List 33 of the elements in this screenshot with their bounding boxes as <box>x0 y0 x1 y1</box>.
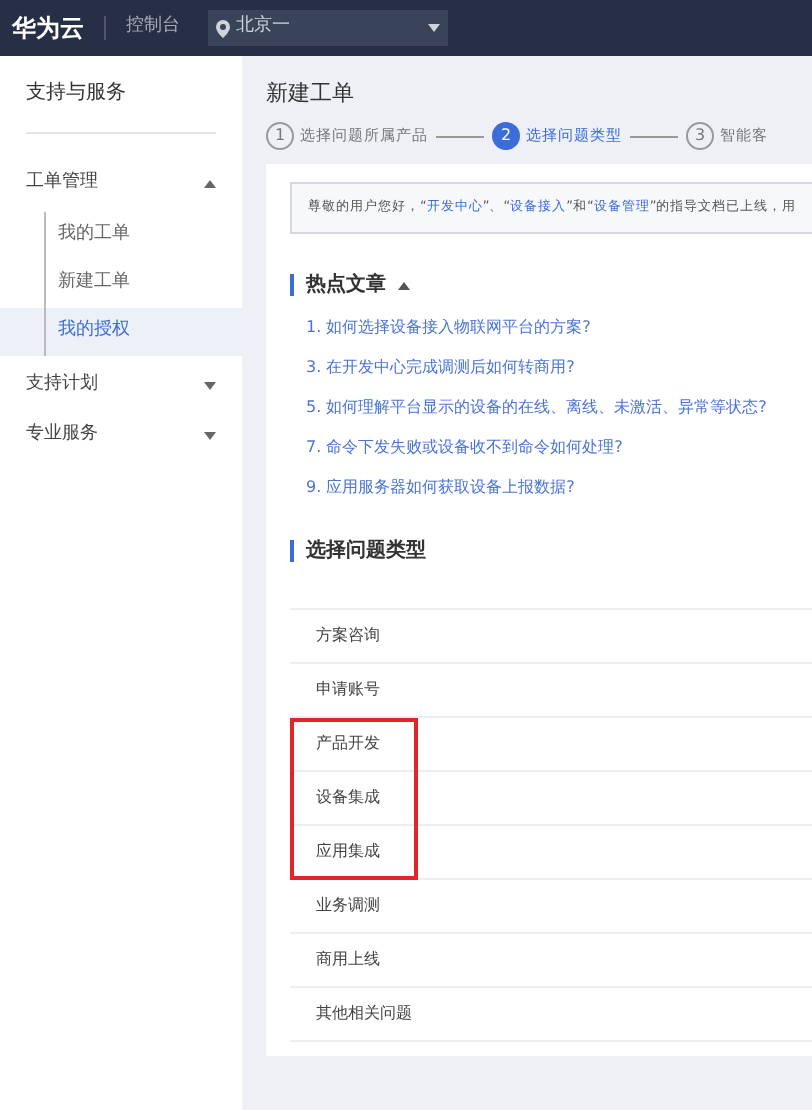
article-link[interactable]: 3. 在开发中心完成调测后如何转商用? <box>306 348 812 388</box>
step-number: 3 <box>686 122 714 150</box>
article-link[interactable]: 1. 如何选择设备接入物联网平台的方案? <box>306 308 812 348</box>
caret-icon <box>204 431 216 439</box>
problem-type-option[interactable]: 其他相关问题 <box>316 1002 412 1026</box>
sidebar-group[interactable]: 工单管理 <box>0 158 242 208</box>
problem-type-option[interactable]: 设备集成 <box>316 786 380 810</box>
section-title: 选择问题类型 <box>306 537 426 566</box>
region-select[interactable]: 北京一 <box>208 10 448 46</box>
problem-type-option[interactable]: 产品开发 <box>316 732 380 756</box>
sidebar-title: 支持与服务 <box>24 80 128 108</box>
section-title: 热点文章 <box>306 270 386 300</box>
caret-icon[interactable] <box>398 281 410 289</box>
caret-icon <box>204 381 216 389</box>
sidebar-group[interactable]: 支持计划 <box>0 360 242 410</box>
sidebar-group[interactable]: 专业服务 <box>0 410 242 460</box>
location-pin-icon <box>216 19 230 37</box>
article-link[interactable]: 5. 如何理解平台显示的设备的在线、离线、未激活、异常等状态? <box>306 388 812 428</box>
page-title: 新建工单 <box>266 80 356 108</box>
problem-type-option[interactable]: 申请账号 <box>316 678 380 702</box>
step-number: 1 <box>266 122 294 150</box>
caret-icon <box>204 179 216 187</box>
problem-type-option[interactable]: 应用集成 <box>316 840 380 864</box>
step-number: 2 <box>492 122 520 150</box>
brand-logo[interactable]: 华为云 <box>12 10 84 46</box>
problem-type-option[interactable]: 业务调测 <box>316 894 380 918</box>
article-link[interactable]: 9. 应用服务器如何获取设备上报数据? <box>306 468 812 508</box>
article-link[interactable]: 7. 命令下发失败或设备收不到命令如何处理? <box>306 428 812 468</box>
sidebar-item[interactable]: 我的工单 <box>44 212 130 260</box>
problem-type-option[interactable]: 商用上线 <box>316 948 380 972</box>
problem-type-option[interactable]: 方案咨询 <box>316 624 380 648</box>
caret-icon <box>428 24 440 32</box>
console-link[interactable]: 控制台 <box>126 14 180 42</box>
